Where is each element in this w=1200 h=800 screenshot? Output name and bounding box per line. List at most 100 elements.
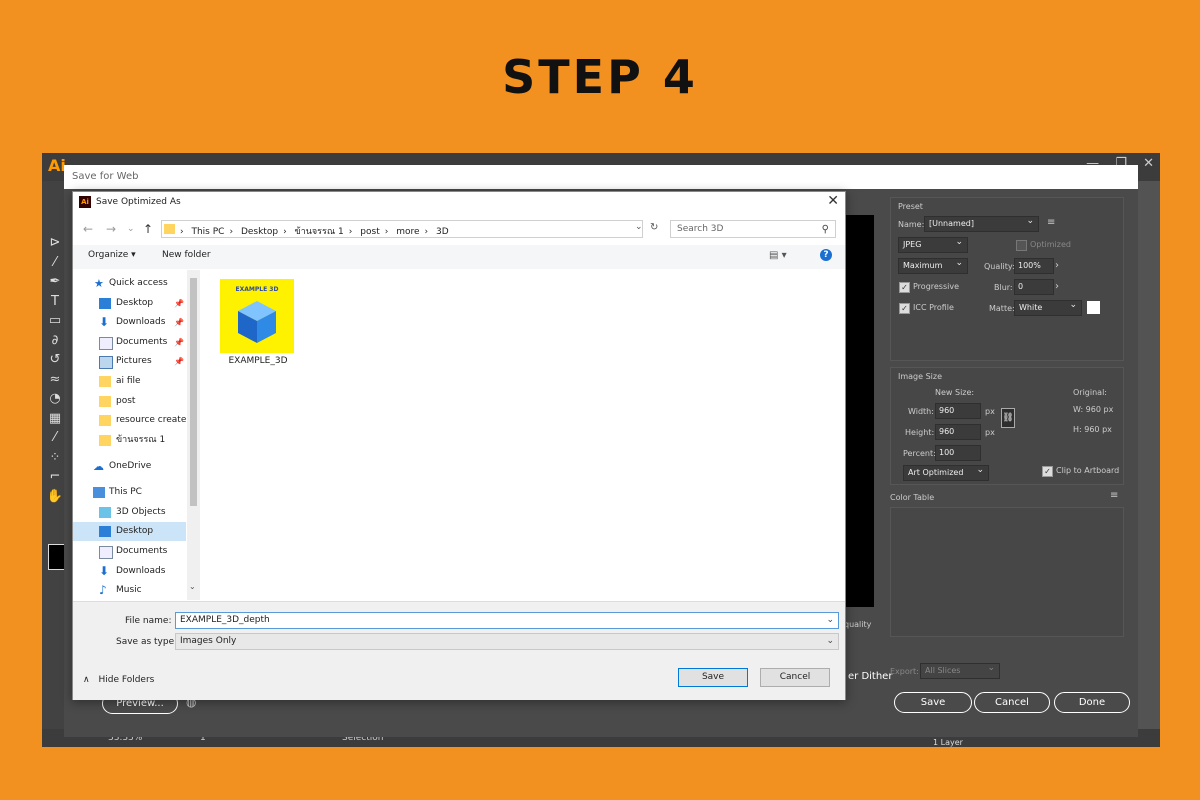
navigation-scrollbar[interactable]: ⌄: [187, 270, 200, 600]
nav-music[interactable]: ♪ Music: [73, 581, 186, 600]
recent-chevron-icon[interactable]: ⌄: [127, 224, 135, 234]
help-icon[interactable]: ?: [820, 249, 832, 261]
search-placeholder: Search 3D: [677, 224, 724, 234]
nav-qa-pictures[interactable]: Pictures 📌: [73, 352, 186, 371]
search-input[interactable]: Search 3D ⚲: [670, 220, 836, 238]
search-icon[interactable]: ⚲: [822, 222, 829, 238]
sfw-cancel-button[interactable]: Cancel: [974, 692, 1050, 713]
optimize-settings-panel: Preset Name: [Unnamed] ≡ JPEG Optimized …: [890, 197, 1130, 679]
blur-label: Blur:: [994, 283, 1013, 292]
sfw-done-button[interactable]: Done: [1054, 692, 1130, 713]
organize-button[interactable]: Organize ▾: [88, 250, 136, 260]
height-field[interactable]: 960: [935, 424, 981, 440]
progressive-checkbox[interactable]: ✓: [899, 282, 910, 293]
forward-arrow-icon[interactable]: →: [106, 222, 116, 236]
scroll-down-icon[interactable]: ⌄: [189, 582, 196, 591]
nav-quick-access[interactable]: ★ Quick access: [73, 274, 186, 293]
save-button[interactable]: Save: [678, 668, 748, 687]
cube-image: [238, 301, 276, 343]
address-dropdown-icon[interactable]: ⌄: [635, 222, 643, 232]
preset-menu-icon[interactable]: ≡: [1047, 217, 1055, 228]
dither-label: er Dither: [848, 671, 893, 682]
chevron-down-icon[interactable]: ⌄: [826, 634, 834, 649]
layers-count: 1 Layer: [933, 738, 963, 747]
save-as-type-label: Save as type:: [116, 637, 178, 647]
dialog-titlebar: Ai Save Optimized As ✕: [73, 192, 845, 216]
percent-field[interactable]: 100: [935, 445, 981, 461]
computer-icon: [93, 487, 105, 498]
matte-select[interactable]: White: [1014, 298, 1082, 316]
close-icon[interactable]: ✕: [1143, 156, 1154, 171]
file-name-label: File name:: [125, 616, 172, 626]
nav-onedrive[interactable]: ☁ OneDrive: [73, 457, 186, 476]
back-arrow-icon[interactable]: ←: [83, 222, 93, 236]
breadcrumb-this-pc[interactable]: This PC: [191, 227, 224, 237]
breadcrumb-thai-folder[interactable]: ข้านจรรณ 1: [295, 227, 344, 237]
image-size-header: Image Size: [898, 372, 943, 381]
chevron-down-icon[interactable]: ⌄: [826, 613, 834, 628]
sfw-save-button[interactable]: Save: [894, 692, 972, 713]
close-icon[interactable]: ✕: [827, 193, 839, 209]
blur-arrow-icon[interactable]: ›: [1055, 281, 1059, 292]
nav-thai-folder[interactable]: ข้านจรรณ 1: [73, 431, 186, 450]
name-label: Name:: [898, 220, 925, 229]
export-select[interactable]: All Slices: [920, 661, 1000, 679]
percent-label: Percent:: [903, 449, 936, 458]
dialog-title: Save Optimized As: [96, 197, 181, 207]
color-table-menu-icon[interactable]: ≡: [1110, 490, 1118, 501]
nav-resource-create[interactable]: resource create: [73, 411, 186, 430]
save-as-type-select[interactable]: Images Only ⌄: [175, 633, 839, 650]
breadcrumb-more[interactable]: more: [396, 227, 419, 237]
breadcrumb-desktop[interactable]: Desktop: [241, 227, 278, 237]
quality-field[interactable]: 100%: [1014, 258, 1054, 274]
pin-icon: 📌: [174, 357, 184, 366]
breadcrumb-3d[interactable]: 3D: [436, 227, 449, 237]
nav-desktop[interactable]: Desktop: [73, 522, 186, 541]
nav-qa-desktop[interactable]: Desktop 📌: [73, 294, 186, 313]
nav-documents[interactable]: Documents: [73, 542, 186, 561]
scrollbar-thumb[interactable]: [190, 278, 197, 506]
icc-profile-checkbox[interactable]: ✓: [899, 303, 910, 314]
download-icon: ⬇: [99, 564, 110, 578]
width-field[interactable]: 960: [935, 403, 981, 419]
view-options-icon[interactable]: ▤ ▾: [769, 250, 787, 261]
nav-3d-objects[interactable]: 3D Objects: [73, 503, 186, 522]
hide-folders-toggle[interactable]: ∧ Hide Folders: [83, 675, 154, 685]
preview-canvas: [844, 215, 874, 607]
file-thumbnail[interactable]: EXAMPLE 3D: [220, 279, 294, 353]
breadcrumb-post[interactable]: post: [360, 227, 379, 237]
resample-select[interactable]: Art Optimized: [903, 463, 989, 481]
folder-icon: [99, 376, 111, 387]
up-arrow-icon[interactable]: ↑: [143, 222, 153, 236]
document-icon: [99, 546, 113, 559]
save-options-panel: File name: EXAMPLE_3D_depth ⌄ Save as ty…: [73, 601, 845, 700]
nav-qa-downloads[interactable]: ⬇ Downloads 📌: [73, 313, 186, 332]
clip-to-artboard-checkbox[interactable]: ✓: [1042, 466, 1053, 477]
address-bar[interactable]: › This PC › Desktop › ข้านจรรณ 1 › post › mo…: [161, 220, 643, 238]
preset-name-select[interactable]: [Unnamed]: [924, 214, 1039, 232]
nav-post[interactable]: post: [73, 392, 186, 411]
nav-downloads[interactable]: ⬇ Downloads: [73, 562, 186, 581]
export-label: Export:: [890, 667, 919, 676]
optimized-checkbox[interactable]: [1016, 240, 1027, 251]
refresh-icon[interactable]: ↻: [650, 222, 658, 233]
nav-this-pc[interactable]: This PC: [73, 483, 186, 502]
new-folder-button[interactable]: New folder: [162, 250, 211, 260]
cube-icon: [99, 507, 111, 518]
pin-icon: 📌: [174, 318, 184, 327]
preset-group: Preset Name: [Unnamed] ≡ JPEG Optimized …: [890, 197, 1124, 361]
constrain-link-icon[interactable]: ⛓: [1001, 408, 1015, 428]
optimized-label: Optimized: [1030, 240, 1071, 249]
file-name-input[interactable]: EXAMPLE_3D_depth ⌄: [175, 612, 839, 629]
desktop-icon: [99, 526, 111, 537]
format-select[interactable]: JPEG: [898, 235, 968, 253]
pin-icon: 📌: [174, 299, 184, 308]
blur-field[interactable]: 0: [1014, 279, 1054, 295]
compression-select[interactable]: Maximum: [898, 256, 968, 274]
matte-color-swatch[interactable]: [1087, 301, 1100, 314]
folder-icon: [99, 396, 111, 407]
quality-arrow-icon[interactable]: ›: [1055, 260, 1059, 271]
nav-qa-documents[interactable]: Documents 📌: [73, 333, 186, 352]
cancel-button[interactable]: Cancel: [760, 668, 830, 687]
nav-ai-file[interactable]: ai file: [73, 372, 186, 391]
